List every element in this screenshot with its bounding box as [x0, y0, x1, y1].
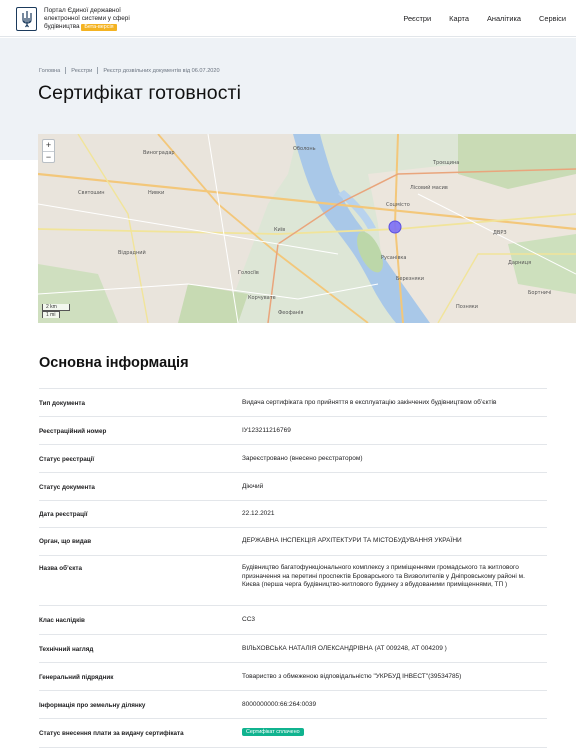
nav-map[interactable]: Карта [449, 14, 469, 23]
table-row: Орган, що видав ДЕРЖАВНА ІНСПЕКЦІЯ АРХІТ… [39, 527, 547, 555]
trident-icon [21, 11, 32, 28]
breadcrumb-separator [65, 67, 67, 74]
location-map[interactable]: Київ Русанівка Лісовий масив Оболонь Бер… [38, 134, 576, 323]
table-row: Генеральний підрядник Товариство з обмеж… [39, 662, 547, 690]
table-row: Технічний нагляд ВІЛЬХОВСЬКА НАТАЛІЯ ОЛЕ… [39, 634, 547, 662]
scale-km: 2 km [42, 304, 70, 311]
map-label: Виноградар [143, 150, 175, 156]
table-row: Реєстраційний номер ІУ123211216769 [39, 416, 547, 444]
scale-mi: 1 mi [42, 311, 60, 318]
row-value: Видача сертифіката про прийняття в експл… [242, 399, 497, 406]
coat-of-arms-logo[interactable] [16, 7, 37, 31]
row-value: Товариство з обмеженою відповідальністю … [242, 673, 462, 680]
row-value: 8000000000:66:264:0039 [242, 701, 317, 708]
brand-line-1: Портал Єдиної державної [44, 7, 121, 14]
map-scale: 2 km 1 mi [42, 304, 70, 318]
map-label: Березняки [396, 276, 424, 282]
map-label: Київ [274, 227, 285, 233]
map-label: Феофанія [278, 310, 303, 316]
zoom-out-button[interactable]: − [43, 151, 54, 162]
row-key: Інформація про земельну ділянку [39, 702, 146, 709]
row-key: Генеральний підрядник [39, 674, 114, 681]
location-marker[interactable] [388, 220, 402, 234]
row-key: Статус реєстрації [39, 456, 95, 463]
nav-services[interactable]: Сервіси [539, 14, 566, 23]
row-value: ВІЛЬХОВСЬКА НАТАЛІЯ ОЛЕКСАНДРІВНА (АТ 00… [242, 645, 447, 652]
table-row: Статус внесення плати за видачу сертифік… [39, 718, 547, 748]
map-label: Оболонь [293, 146, 316, 152]
nav-analytics[interactable]: Аналітика [487, 14, 521, 23]
map-label: Русанівка [381, 255, 406, 261]
map-label: Бортничі [528, 290, 551, 296]
page-title: Сертифікат готовності [38, 82, 242, 104]
map-label: Соцмісто [386, 202, 410, 208]
row-value: Будівництво багатофункціонального компле… [242, 564, 525, 588]
row-value: СС3 [242, 616, 256, 623]
map-label: Троєщина [432, 160, 459, 166]
breadcrumb-separator [97, 67, 99, 74]
zoom-in-button[interactable]: + [43, 140, 54, 151]
brand-line-3: будівництва [44, 23, 80, 31]
beta-badge: Бета-версія [81, 24, 117, 32]
breadcrumb-home[interactable]: Головна [39, 68, 60, 74]
map-label: Голосіїв [238, 270, 259, 276]
map-label: Нивки [148, 190, 164, 196]
row-value: Сертифікат сплачено [242, 728, 542, 737]
payment-status-badge: Сертифікат сплачено [242, 728, 304, 736]
row-key: Реєстраційний номер [39, 428, 107, 435]
row-key: Дата реєстрації [39, 511, 88, 518]
breadcrumb: Головна Реєстри Реєстр дозвільних докуме… [39, 67, 220, 74]
table-row: Назва об’єкта Будівництво багатофункціон… [39, 555, 547, 605]
map-label: Святошин [78, 190, 105, 196]
row-key: Орган, що видав [39, 538, 92, 545]
row-value: Зареєстровано (внесено реєстратором) [242, 455, 363, 462]
table-row: Статус документа Діючий [39, 472, 547, 500]
main-nav: Реєстри Карта Аналітика Сервіси [403, 14, 566, 23]
row-value: 22.12.2021 [242, 510, 275, 517]
table-row: Тип документа Видача сертифіката про при… [39, 388, 547, 416]
table-row: Клас наслідків СС3 [39, 605, 547, 634]
row-key: Статус внесення плати за видачу сертифік… [39, 730, 184, 737]
map-label: Дарниця [508, 260, 531, 266]
row-key: Тип документа [39, 400, 85, 407]
section-title: Основна інформація [39, 355, 189, 371]
map-label: Позняки [456, 304, 478, 310]
table-row: Дата реєстрації 22.12.2021 [39, 500, 547, 527]
breadcrumb-current[interactable]: Реєстр дозвільних документів від 06.07.2… [103, 68, 219, 74]
map-canvas[interactable]: Київ Русанівка Лісовий масив Оболонь Бер… [38, 134, 576, 323]
map-label: Корчувате [248, 295, 276, 301]
row-key: Клас наслідків [39, 617, 85, 624]
row-value: ДЕРЖАВНА ІНСПЕКЦІЯ АРХІТЕКТУРИ ТА МІСТОБ… [242, 537, 462, 544]
row-key: Назва об’єкта [39, 565, 82, 572]
breadcrumb-registries[interactable]: Реєстри [71, 68, 92, 74]
row-key: Технічний нагляд [39, 646, 94, 653]
table-row: Інформація про земельну ділянку 80000000… [39, 690, 547, 718]
row-value: ІУ123211216769 [242, 427, 291, 434]
map-label: Лісовий масив [410, 184, 448, 191]
portal-brand[interactable]: Портал Єдиної державної електронної сист… [44, 7, 184, 32]
nav-registries[interactable]: Реєстри [403, 14, 431, 23]
map-label: ДВРЗ [493, 230, 507, 236]
row-key: Статус документа [39, 484, 95, 491]
site-header: Портал Єдиної державної електронної сист… [0, 0, 576, 37]
map-label: Відрадний [118, 249, 146, 256]
row-value: Діючий [242, 483, 264, 490]
table-row: Статус реєстрації Зареєстровано (внесено… [39, 444, 547, 472]
zoom-controls: + − [42, 139, 55, 163]
